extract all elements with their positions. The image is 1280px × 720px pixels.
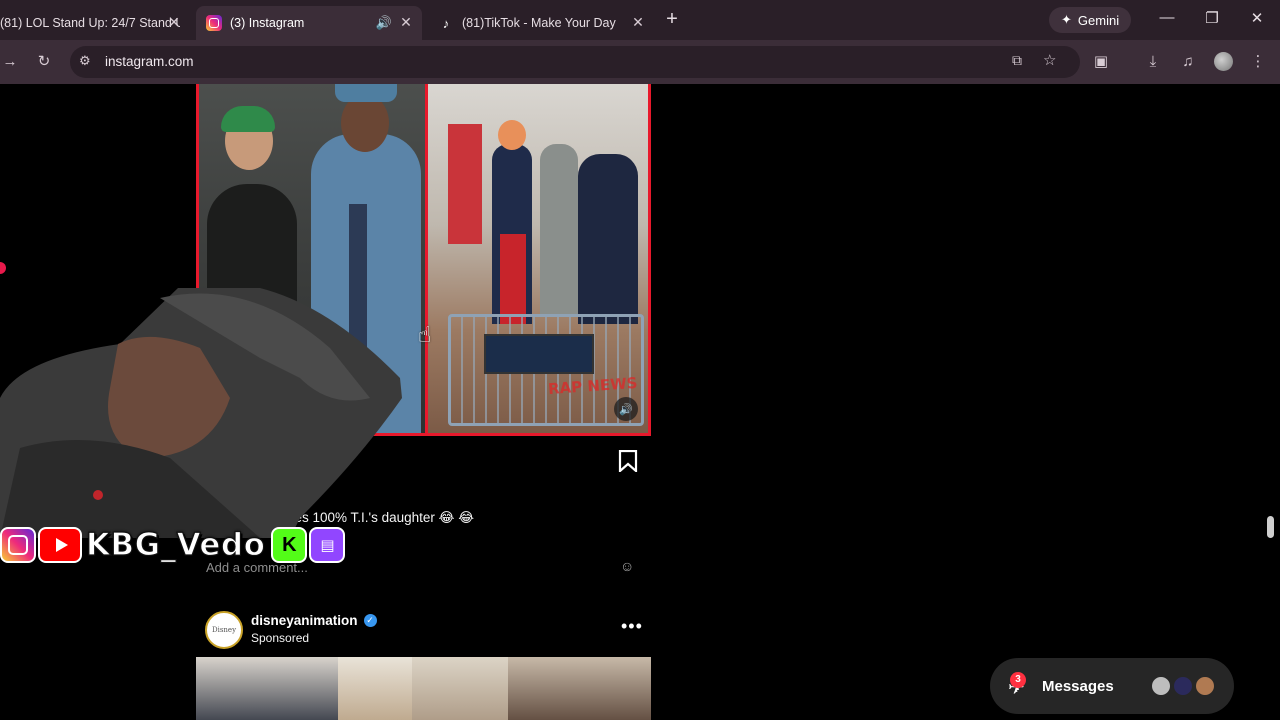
avatar[interactable]: Disney xyxy=(205,611,243,649)
twitch-icon: ▤ xyxy=(309,527,346,563)
speaker-icon[interactable]: 🔊 xyxy=(376,15,392,31)
restore-icon[interactable]: ❐ xyxy=(1202,9,1222,27)
face-shape xyxy=(498,120,526,150)
profile-avatar[interactable] xyxy=(1214,52,1233,71)
window-close-icon[interactable]: ✕ xyxy=(1247,9,1267,27)
username-label[interactable]: disneyanimation xyxy=(251,613,358,628)
instagram-icon xyxy=(0,527,36,563)
tab-tiktok[interactable]: ♪ (81)TikTok - Make Your Day ✕ xyxy=(428,6,654,40)
sponsored-media[interactable] xyxy=(196,657,651,720)
tab-title: (81)TikTok - Make Your Day xyxy=(462,16,616,30)
media-frame xyxy=(196,657,338,720)
social-handles: KBG_Vedo K ▤ xyxy=(0,525,346,565)
mouse-cursor-icon: ☝ xyxy=(418,322,432,347)
audio-toggle-icon[interactable]: 🔊 xyxy=(614,397,638,421)
person-shape xyxy=(578,154,638,324)
post-username[interactable]: disneyanimation ✓ xyxy=(251,613,377,628)
tab-title: (81) LOL Stand Up: 24/7 Stand Up xyxy=(0,16,180,30)
cap-shape xyxy=(335,84,397,102)
save-bookmark-icon[interactable] xyxy=(618,450,638,472)
tab-instagram[interactable]: (3) Instagram 🔊 ✕ xyxy=(196,6,422,40)
media-control-icon[interactable]: ♫ xyxy=(1178,52,1198,72)
avatar-text: Disney xyxy=(211,626,237,634)
download-icon[interactable]: ⤓ xyxy=(1143,52,1163,72)
messages-label: Messages xyxy=(1042,678,1114,695)
site-settings-icon[interactable]: ⚙ xyxy=(79,53,91,69)
scrollbar-thumb[interactable] xyxy=(1267,516,1274,538)
bookmark-star-icon[interactable]: ☆ xyxy=(1043,51,1056,69)
verified-icon: ✓ xyxy=(363,614,377,627)
install-app-icon[interactable]: ⧉ xyxy=(1012,52,1022,69)
avatar xyxy=(1194,675,1216,697)
kick-icon: K xyxy=(271,527,308,563)
avatar xyxy=(1172,675,1194,697)
menu-icon[interactable]: ⋮ xyxy=(1248,52,1268,72)
red-pants-shape xyxy=(500,234,526,324)
close-icon[interactable]: ✕ xyxy=(166,14,182,31)
youtube-icon xyxy=(38,527,82,563)
tab-lol-standup[interactable]: (81) LOL Stand Up: 24/7 Stand Up ✕ xyxy=(0,6,190,40)
unread-badge: 3 xyxy=(1010,672,1026,688)
streamer-handle: KBG_Vedo xyxy=(85,526,266,563)
more-options-icon[interactable]: ••• xyxy=(621,616,643,637)
reload-icon[interactable]: ↻ xyxy=(34,52,54,72)
messages-button[interactable]: ✈ 3 Messages xyxy=(990,658,1234,714)
green-hat-shape xyxy=(221,106,275,132)
tiktok-icon: ♪ xyxy=(442,15,450,31)
sponsored-label: Sponsored xyxy=(251,631,310,645)
gemini-label: Gemini xyxy=(1077,12,1120,28)
sparkle-icon: ✦ xyxy=(1061,12,1072,27)
browser-toolbar: → ↻ ⚙ instagram.com ⧉ ☆ ▣ ⤓ ♫ ⋮ xyxy=(0,40,1280,84)
cart-screen-shape xyxy=(484,334,594,374)
person-shape xyxy=(540,144,578,314)
forward-icon[interactable]: → xyxy=(0,52,20,72)
gemini-button[interactable]: ✦ Gemini xyxy=(1049,7,1132,33)
store-shelf-shape xyxy=(448,124,482,244)
avatar xyxy=(1150,675,1172,697)
media-frame xyxy=(412,657,508,720)
face-shape xyxy=(341,94,389,152)
close-icon[interactable]: ✕ xyxy=(630,14,646,31)
media-frame xyxy=(508,657,651,720)
address-bar[interactable]: ⚙ instagram.com ⧉ ☆ xyxy=(70,46,1080,78)
notification-dot xyxy=(0,262,6,274)
tab-title: (3) Instagram xyxy=(230,16,305,30)
browser-tab-bar: (81) LOL Stand Up: 24/7 Stand Up ✕ (3) I… xyxy=(0,0,1280,40)
instagram-icon xyxy=(206,15,222,31)
webcam-overlay xyxy=(0,288,402,538)
new-tab-button[interactable]: + xyxy=(662,8,682,31)
side-panel-icon[interactable]: ▣ xyxy=(1091,52,1111,72)
close-icon[interactable]: ✕ xyxy=(398,14,414,31)
minimize-icon[interactable]: — xyxy=(1157,9,1177,26)
emoji-icon[interactable]: ☺ xyxy=(620,558,634,574)
media-frame xyxy=(338,657,412,720)
url-text: instagram.com xyxy=(105,54,194,69)
